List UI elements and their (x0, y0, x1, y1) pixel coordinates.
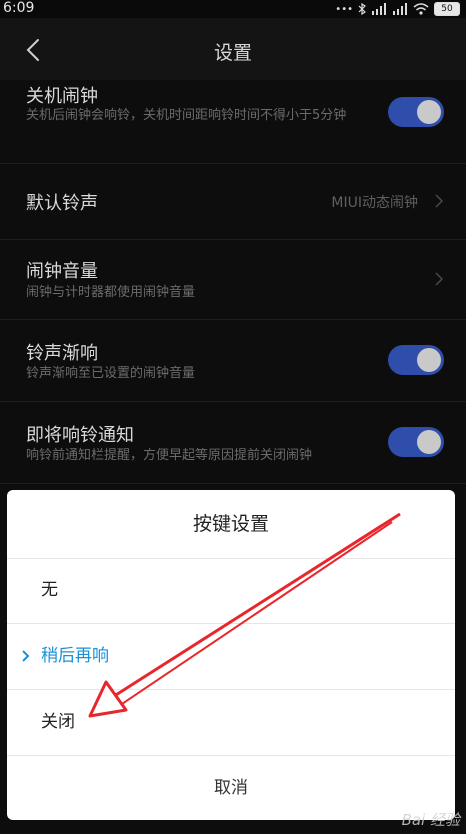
settings-row-upcoming-notification[interactable]: 即将响铃通知 响铃前通知栏提醒，方便早起等原因提前关闭闹钟 (0, 401, 466, 484)
option-none[interactable]: 无 (7, 558, 455, 624)
wifi-icon (413, 3, 429, 15)
signal-icon (372, 3, 386, 15)
button-settings-dialog: 按键设置 无 稍后再响 关闭 取消 (7, 490, 455, 820)
battery-indicator: 50 (434, 2, 460, 16)
toggle-knob (417, 348, 441, 372)
option-label: 关闭 (41, 712, 75, 732)
toggle-knob (417, 100, 441, 124)
page-title: 设置 (213, 42, 252, 64)
row-subtitle: 闹钟与计时器都使用闹钟音量 (26, 285, 196, 300)
option-dismiss[interactable]: 关闭 (7, 690, 455, 756)
toggle-knob (417, 430, 441, 454)
option-label: 稍后再响 (41, 646, 109, 666)
bluetooth-icon (358, 3, 366, 15)
gradual-ring-toggle[interactable] (388, 345, 444, 375)
settings-row-power-off-alarm[interactable]: 关机闹钟 关机后闹钟会响铃，关机时间距响铃时间不得小于5分钟 (0, 80, 466, 164)
row-title: 即将响铃通知 (26, 425, 134, 446)
cancel-button[interactable]: 取消 (7, 756, 455, 820)
row-title: 默认铃声 (26, 193, 98, 214)
row-title: 铃声渐响 (26, 343, 98, 364)
watermark: Bai 经验 (401, 811, 460, 829)
row-value: MIUI动态闹钟 (331, 195, 418, 211)
selected-chevron-icon (22, 650, 30, 662)
status-time: 6:09 (3, 0, 35, 16)
more-dots-icon: ••• (335, 3, 353, 15)
option-snooze[interactable]: 稍后再响 (7, 624, 455, 690)
settings-row-alarm-volume[interactable]: 闹钟音量 闹钟与计时器都使用闹钟音量 (0, 239, 466, 320)
chevron-right-icon (435, 194, 444, 208)
row-subtitle: 关机后闹钟会响铃，关机时间距响铃时间不得小于5分钟 (26, 108, 347, 123)
row-subtitle: 响铃前通知栏提醒，方便早起等原因提前关闭闹钟 (26, 448, 313, 463)
status-icons: ••• 50 (335, 2, 460, 16)
option-label: 无 (41, 580, 58, 600)
power-off-alarm-toggle[interactable] (388, 97, 444, 127)
row-subtitle: 铃声渐响至已设置的闹钟音量 (26, 366, 196, 381)
dialog-title: 按键设置 (7, 490, 455, 559)
row-title: 关机闹钟 (26, 86, 98, 107)
upcoming-notification-toggle[interactable] (388, 427, 444, 457)
settings-row-gradual-ring[interactable]: 铃声渐响 铃声渐响至已设置的闹钟音量 (0, 319, 466, 402)
nav-bar: 设置 (0, 18, 466, 80)
signal-icon-2 (393, 3, 407, 15)
status-bar: 6:09 ••• 50 (0, 0, 466, 18)
settings-row-default-ringtone[interactable]: 默认铃声 MIUI动态闹钟 (0, 163, 466, 240)
row-title: 闹钟音量 (26, 261, 98, 282)
chevron-right-icon (435, 272, 444, 286)
